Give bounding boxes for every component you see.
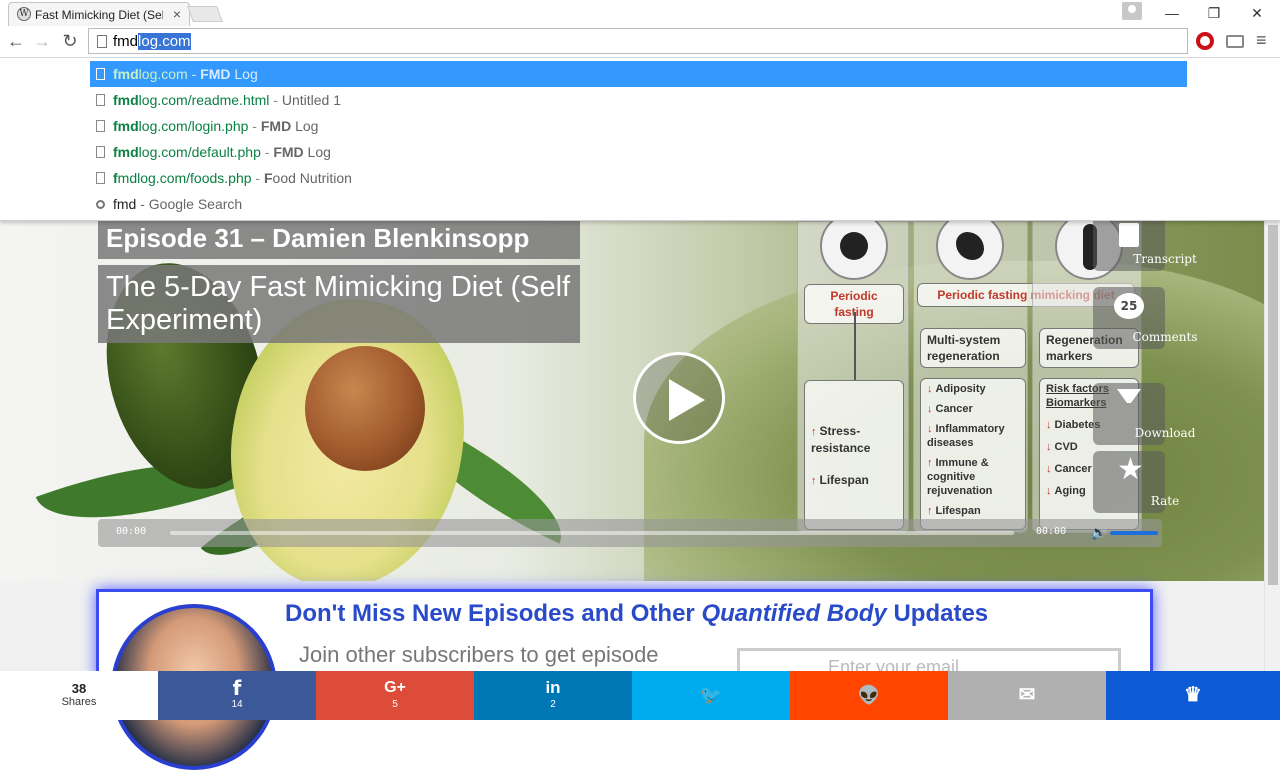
page-icon (97, 35, 107, 48)
reddit-icon: 👽 (857, 685, 881, 705)
page-icon (96, 172, 105, 184)
comments-icon: 25 (1114, 293, 1144, 319)
email-share-button[interactable]: ✉ (948, 671, 1106, 720)
tab-title: Fast Mimicking Diet (Self- (35, 8, 163, 22)
transcript-icon (1119, 223, 1139, 247)
subscribe-text: Join other subscribers to get episode (299, 642, 659, 667)
suggestion-item[interactable]: fmdlog.com/readme.html - Untitled 1 (90, 87, 1187, 113)
page-icon (96, 68, 105, 80)
play-button[interactable] (633, 352, 725, 444)
browser-tab[interactable]: W Fast Mimicking Diet (Self- × (8, 2, 190, 26)
crown-icon: ♛ (1184, 684, 1202, 706)
sumome-share-button[interactable]: ♛ (1106, 671, 1280, 720)
share-count: 38 Shares (0, 671, 158, 720)
restore-button[interactable]: ❐ (1200, 3, 1228, 23)
download-button[interactable]: Download (1093, 383, 1195, 445)
email-icon: ✉ (1018, 684, 1036, 706)
address-bar[interactable]: fmdlog.com (88, 28, 1188, 54)
twitter-share-button[interactable]: 🐦 (632, 671, 790, 720)
scrollbar-thumb[interactable] (1268, 225, 1278, 585)
progress-bar[interactable] (170, 531, 1014, 535)
comments-button[interactable]: 25 Comments (1093, 287, 1197, 349)
forward-button[interactable]: → (31, 30, 53, 52)
reload-button[interactable]: ↻ (59, 30, 81, 52)
facebook-share-button[interactable]: f 14 (158, 671, 316, 720)
audio-player: 00:00 00:00 🔊 (98, 519, 1162, 547)
volume-slider[interactable] (1110, 531, 1158, 535)
episode-hero: Episode 31 – Damien Blenkinsopp The 5-Da… (0, 221, 1264, 581)
avocado-pit-image (305, 346, 425, 471)
twitter-icon: 🐦 (699, 685, 723, 705)
suggestion-item[interactable]: fmdlog.com/default.php - FMD Log (90, 139, 1187, 165)
browser-toolbar: ← → ↻ fmdlog.com ≡ (0, 26, 1280, 58)
linkedin-share-button[interactable]: in 2 (474, 671, 632, 720)
diagram-column: Periodic fasting ↑Stress-resistance ↑Lif… (797, 221, 909, 533)
episode-subtitle: The 5-Day Fast Mimicking Diet (Self Expe… (98, 265, 580, 343)
title-bar: W Fast Mimicking Diet (Self- × — ❐ ✕ (0, 0, 1280, 26)
opera-extension-icon[interactable] (1196, 32, 1214, 50)
subscribe-box: Don't Miss New Episodes and Other Quanti… (96, 589, 1153, 770)
subscribe-section: Don't Miss New Episodes and Other Quanti… (0, 581, 1264, 770)
googleplus-icon: G+ (384, 679, 406, 696)
page-icon (96, 120, 105, 132)
mouse-icon (936, 221, 1004, 280)
profile-icon[interactable] (1122, 2, 1142, 20)
page-icon (96, 146, 105, 158)
minimize-button[interactable]: — (1158, 3, 1186, 23)
reddit-share-button[interactable]: 👽 (790, 671, 948, 720)
suggestion-item[interactable]: fmdlog.com/login.php - FMD Log (90, 113, 1187, 139)
share-bar: 38 Shares f 14 G+ 5 in 2 🐦 👽 ✉ ♛ (0, 671, 1280, 720)
diagram-box: ↑ Stress-resistance ↑ Lifespan (804, 380, 904, 530)
subscribe-heading: Don't Miss New Episodes and Other Quanti… (285, 600, 989, 627)
cast-extension-icon[interactable] (1226, 35, 1244, 48)
diagram-column: Multi-system regeneration ↓ Adiposity ↓ Ca… (913, 221, 1028, 533)
volume-icon[interactable]: 🔊 (1090, 524, 1107, 541)
close-window-button[interactable]: ✕ (1243, 3, 1271, 23)
back-button[interactable]: ← (5, 30, 27, 52)
transcript-button[interactable]: Transcript (1093, 221, 1197, 271)
facebook-icon: f (232, 676, 242, 700)
duration: 00:00 (1036, 526, 1067, 537)
suggestion-item[interactable]: fmdlog.com/foods.php - Food Nutrition (90, 165, 1187, 191)
new-tab-button[interactable] (187, 6, 223, 22)
diagram-box: Multi-system regeneration (920, 328, 1026, 368)
episode-title: Episode 31 – Damien Blenkinsopp (98, 221, 580, 259)
page-icon (96, 94, 105, 106)
star-icon: ★ (1117, 452, 1144, 487)
googleplus-share-button[interactable]: G+ 5 (316, 671, 474, 720)
omnibox-suggestions: fmdlog.com - FMD Log fmdlog.com/readme.h… (0, 58, 1280, 221)
tab-close-icon[interactable]: × (173, 6, 181, 22)
wordpress-icon: W (17, 7, 31, 21)
linkedin-icon: in (545, 678, 561, 697)
cell-icon (820, 221, 888, 280)
chrome-menu-icon[interactable]: ≡ (1256, 30, 1267, 51)
rate-button[interactable]: ★ Rate (1093, 451, 1179, 513)
search-icon (96, 200, 105, 209)
diagram-box: ↓ Adiposity ↓ Cancer ↓ Inflammatory disease… (920, 378, 1026, 530)
current-time: 00:00 (116, 526, 147, 537)
address-text[interactable]: fmdlog.com (113, 33, 191, 50)
page-scrollbar[interactable] (1264, 221, 1280, 671)
download-icon (1117, 389, 1141, 415)
suggestion-item[interactable]: fmdlog.com - FMD Log (90, 61, 1187, 87)
search-suggestion[interactable]: fmd - Google Search (90, 191, 1187, 217)
